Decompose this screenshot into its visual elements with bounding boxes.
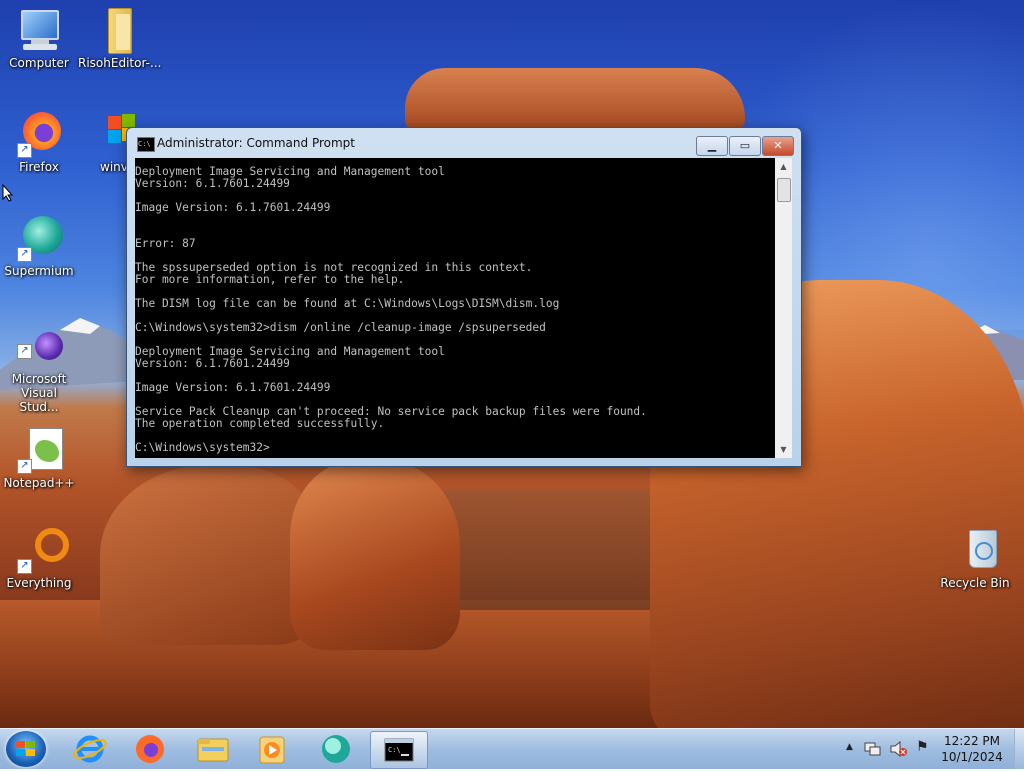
desktop-icon-label: Computer xyxy=(9,56,69,70)
computer-icon xyxy=(15,6,63,54)
command-prompt-icon: C:\ xyxy=(137,137,155,152)
maximize-button[interactable]: ▭ xyxy=(729,136,761,156)
action-center-flag-icon[interactable]: ⚑ xyxy=(916,739,929,755)
shortcut-arrow-icon: ↗ xyxy=(17,559,32,574)
desktop-icon-label: Notepad++ xyxy=(3,476,75,490)
network-icon[interactable] xyxy=(864,741,882,757)
desktop-icon-risoheditor[interactable]: RisohEditor-... xyxy=(78,6,162,70)
desktop-icon-recycle-bin[interactable]: Recycle Bin xyxy=(939,526,1011,590)
window-title: Administrator: Command Prompt xyxy=(157,136,355,150)
shortcut-arrow-icon: ↗ xyxy=(17,143,32,158)
desktop-icon-label: RisohEditor-... xyxy=(78,56,162,70)
firefox-icon: ↗ xyxy=(15,110,63,158)
vertical-scrollbar[interactable]: ▲ ▼ xyxy=(775,158,792,458)
desktop-icon-notepadpp[interactable]: ↗ Notepad++ xyxy=(3,426,75,490)
show-desktop-button[interactable] xyxy=(1014,729,1024,769)
shortcut-arrow-icon: ↗ xyxy=(17,344,32,359)
desktop-icon-label: Everything xyxy=(6,576,72,590)
desktop-icon-label: Recycle Bin xyxy=(940,576,1010,590)
rock-formation-middle xyxy=(290,460,460,650)
desktop-icon-computer[interactable]: Computer xyxy=(3,6,75,70)
recycle-bin-icon xyxy=(951,526,999,574)
show-hidden-icons-icon[interactable]: ▲ xyxy=(846,742,853,752)
shortcut-arrow-icon: ↗ xyxy=(17,247,32,262)
desktop: Computer RisohEditor-... ↗ Firefox winv … xyxy=(0,0,1024,728)
rock-arch-top xyxy=(405,68,745,130)
volume-muted-icon[interactable] xyxy=(890,741,908,757)
start-button[interactable] xyxy=(6,731,46,767)
clock-date: 10/1/2024 xyxy=(941,750,1003,764)
desktop-icon-label: Supermium xyxy=(4,264,74,278)
scrollbar-thumb[interactable] xyxy=(777,178,791,202)
supermium-icon: ↗ xyxy=(15,214,63,262)
desktop-icon-firefox[interactable]: ↗ Firefox xyxy=(3,110,75,174)
file-explorer-icon xyxy=(197,738,229,762)
shortcut-arrow-icon: ↗ xyxy=(17,459,32,474)
taskbar-supermium[interactable] xyxy=(308,731,364,767)
desktop-icon-label: Microsoft Visual Stud... xyxy=(11,372,67,414)
close-button[interactable]: ✕ xyxy=(762,136,794,156)
taskbar-firefox[interactable] xyxy=(122,731,178,767)
svg-text:C:\: C:\ xyxy=(388,746,401,754)
desktop-icon-visual-studio[interactable]: ↗ Microsoft Visual Stud... xyxy=(3,328,75,414)
clock-time: 12:22 PM xyxy=(944,734,1000,748)
clock[interactable]: 12:22 PM 10/1/2024 xyxy=(932,733,1012,765)
command-prompt-window[interactable]: C:\ Administrator: Command Prompt ▁ ▭ ✕ … xyxy=(126,127,802,467)
command-prompt-icon: C:\ xyxy=(384,738,414,762)
notepadpp-icon: ↗ xyxy=(15,426,63,474)
taskbar: C:\ ▲ ⚑ 12:22 PM 10/1/2024 xyxy=(0,728,1024,769)
taskbar-internet-explorer[interactable] xyxy=(62,731,118,767)
window-titlebar[interactable]: C:\ Administrator: Command Prompt ▁ ▭ ✕ xyxy=(127,128,801,158)
firefox-icon xyxy=(136,735,164,763)
taskbar-media-player[interactable] xyxy=(244,731,300,767)
internet-explorer-icon xyxy=(73,735,107,763)
console-output[interactable]: Deployment Image Servicing and Managemen… xyxy=(135,158,775,458)
desktop-icon-supermium[interactable]: ↗ Supermium xyxy=(3,214,75,278)
media-player-icon xyxy=(259,736,285,764)
rock-formation-left xyxy=(100,465,320,645)
supermium-icon xyxy=(322,735,350,763)
taskbar-command-prompt[interactable]: C:\ xyxy=(370,731,428,769)
windows-flag-icon xyxy=(16,741,35,756)
folder-icon xyxy=(90,6,138,54)
scroll-up-arrow-icon[interactable]: ▲ xyxy=(775,158,792,175)
taskbar-file-explorer[interactable] xyxy=(184,731,240,767)
console-text[interactable]: Deployment Image Servicing and Managemen… xyxy=(135,158,775,454)
everything-icon: ↗ xyxy=(15,526,69,574)
visual-studio-icon: ↗ xyxy=(15,328,63,376)
minimize-button[interactable]: ▁ xyxy=(696,136,728,156)
desktop-icon-label: Firefox xyxy=(19,160,59,174)
scroll-down-arrow-icon[interactable]: ▼ xyxy=(775,441,792,458)
desktop-icon-everything[interactable]: ↗ Everything xyxy=(3,526,75,590)
